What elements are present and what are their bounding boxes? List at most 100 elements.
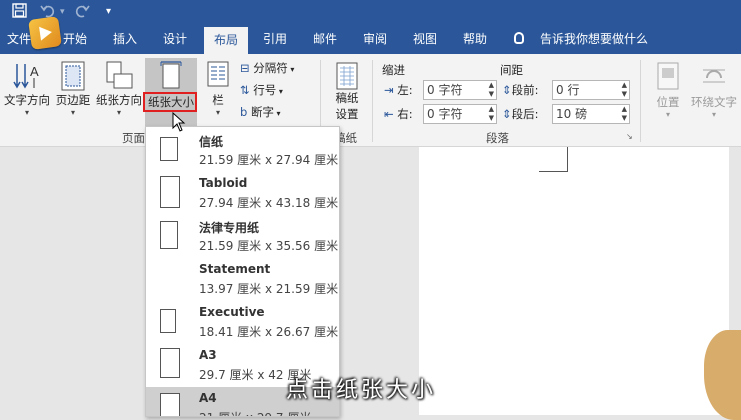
draft-settings-label-1: 稿纸 [335, 91, 359, 105]
paper-thumbnail-icon [160, 176, 180, 208]
position-button[interactable]: 位置 ▾ [648, 62, 688, 119]
line-numbers-icon: ⇅ [240, 83, 250, 97]
margins-button[interactable]: 页边距 ▾ [54, 60, 92, 117]
highlight-box [143, 92, 197, 112]
paper-size-name: 法律专用纸 [199, 221, 260, 235]
paper-size-icon [158, 60, 184, 92]
chevron-down-icon: ▾ [70, 108, 75, 117]
spin-arrows-icon[interactable]: ▲ ▼ [622, 105, 627, 123]
spin-arrows-icon[interactable]: ▲ ▼ [489, 105, 494, 123]
tab-review[interactable]: 审阅 [358, 24, 392, 54]
document-page[interactable] [419, 147, 729, 415]
wrap-text-button[interactable]: 环绕文字 ▾ [688, 62, 740, 119]
tab-view[interactable]: 视图 [408, 24, 442, 54]
mouse-pointer-icon [172, 111, 186, 135]
spacing-after-value: 10 磅 [556, 107, 588, 121]
draft-settings-label-2: 设置 [335, 107, 359, 121]
chevron-down-icon: ▾ [116, 108, 121, 117]
chevron-down-icon: ▾ [711, 110, 716, 119]
wrap-text-label: 环绕文字 [691, 95, 737, 109]
columns-icon [206, 60, 230, 88]
paper-size-option[interactable]: 信纸 21.59 厘米 x 27.94 厘米 [146, 129, 339, 172]
columns-button[interactable]: 栏 ▾ [203, 60, 233, 117]
position-icon [657, 62, 679, 90]
spacing-after-text: 段后: [511, 107, 539, 121]
paper-size-option[interactable]: Statement 13.97 厘米 x 21.59 厘米 [146, 258, 339, 301]
spin-arrows-icon[interactable]: ▲ ▼ [489, 81, 494, 99]
paper-thumbnail-icon [160, 393, 180, 416]
spacing-header: 间距 [500, 63, 523, 77]
customize-quick-access-button[interactable]: ▾ [106, 3, 111, 21]
breaks-label: 分隔符 [253, 61, 288, 75]
paper-size-dimensions: 21 厘米 x 29.7 厘米 [199, 409, 311, 416]
tab-references[interactable]: 引用 [258, 24, 292, 54]
margin-corner-mark [567, 147, 568, 171]
ribbon-layout: A 文字方向 ▾ 页边距 ▾ 纸张方向 ▾ 纸张大小 栏 ▾ ⊟ 分隔符 ▾ ⇅… [0, 54, 741, 147]
hyphenation-icon: b [240, 105, 248, 119]
video-subtitle: 点击纸张大小 [286, 378, 437, 403]
indent-right-label: ⇤ 右: [384, 106, 413, 122]
paper-size-name: A3 [199, 348, 217, 362]
ribbon-separator [372, 60, 373, 142]
tab-help[interactable]: 帮助 [458, 24, 492, 54]
spin-arrows-icon[interactable]: ▲ ▼ [622, 81, 627, 99]
redo-icon[interactable] [74, 3, 90, 23]
watermark-logo-icon [28, 16, 62, 50]
ribbon-separator [640, 60, 641, 142]
paper-size-name: 信纸 [199, 135, 224, 149]
paper-size-name: Tabloid [199, 176, 248, 190]
page-setup-group-label: 页面 [122, 131, 145, 145]
spacing-before-input[interactable]: 0 行 ▲ ▼ [552, 80, 630, 100]
chevron-down-icon: ▾ [24, 108, 29, 117]
paper-size-option[interactable]: 法律专用纸 21.59 厘米 x 35.56 厘米 [146, 215, 339, 258]
margin-corner-mark [539, 171, 568, 172]
hyphenation-button[interactable]: b 断字 ▾ [240, 104, 310, 120]
tell-me-search[interactable]: 告诉我你想要做什么 [540, 24, 648, 54]
paper-size-dimensions: 21.59 厘米 x 35.56 厘米 [199, 239, 339, 253]
paper-thumbnail-icon [160, 137, 178, 161]
dialog-launcher-icon[interactable]: ↘ [626, 132, 633, 141]
indent-right-value: 0 字符 [427, 107, 463, 121]
breaks-button[interactable]: ⊟ 分隔符 ▾ [240, 60, 310, 76]
indent-left-text: 左: [397, 83, 413, 97]
draft-settings-button[interactable]: 稿纸 设置 [328, 62, 366, 122]
save-icon[interactable] [12, 3, 27, 23]
paper-size-option[interactable]: Executive 18.41 厘米 x 26.67 厘米 [146, 301, 339, 344]
draft-paper-icon [336, 62, 358, 90]
title-bar: ▾ ▾ [0, 0, 741, 24]
indent-left-value: 0 字符 [427, 83, 463, 97]
breaks-icon: ⊟ [240, 61, 250, 75]
indent-header: 缩进 [382, 63, 405, 77]
paragraph-group-label: 段落 [486, 131, 509, 145]
dropdown-arrow-icon[interactable]: ▾ [60, 3, 65, 21]
paper-thumbnail-icon [160, 309, 176, 333]
paper-size-dimensions: 27.94 厘米 x 43.18 厘米 [199, 196, 339, 210]
line-numbers-label: 行号 [253, 83, 277, 97]
paper-size-name: Executive [199, 305, 265, 319]
tab-home[interactable]: 开始 [60, 24, 90, 54]
paper-size-option[interactable]: Tabloid 27.94 厘米 x 43.18 厘米 [146, 172, 339, 215]
tab-mailings[interactable]: 邮件 [308, 24, 342, 54]
orientation-label: 纸张方向 [96, 93, 142, 107]
line-numbers-button[interactable]: ⇅ 行号 ▾ [240, 82, 310, 98]
tab-file[interactable]: 文件 [6, 24, 32, 54]
text-direction-label: 文字方向 [4, 93, 50, 107]
orientation-button[interactable]: 纸张方向 ▾ [94, 60, 144, 117]
svg-text:A: A [30, 64, 39, 79]
tab-layout[interactable]: 布局 [204, 27, 248, 54]
chevron-down-icon: ▾ [215, 108, 220, 117]
paper-size-dimensions: 18.41 厘米 x 26.67 厘米 [199, 325, 339, 339]
tab-design[interactable]: 设计 [160, 24, 190, 54]
indent-left-input[interactable]: 0 字符 ▲ ▼ [423, 80, 497, 100]
chevron-down-icon: ▾ [276, 87, 283, 96]
spacing-after-input[interactable]: 10 磅 ▲ ▼ [552, 104, 630, 124]
spacing-after-label: ⇕段后: [502, 106, 539, 122]
tab-insert[interactable]: 插入 [110, 24, 140, 54]
orientation-icon [104, 60, 134, 92]
indent-right-input[interactable]: 0 字符 ▲ ▼ [423, 104, 497, 124]
paper-thumbnail-icon [160, 348, 180, 378]
margins-icon [60, 60, 86, 92]
indent-left-icon: ⇥ [384, 83, 394, 97]
text-direction-button[interactable]: A 文字方向 ▾ [2, 60, 52, 117]
chevron-down-icon: ▾ [287, 65, 295, 74]
